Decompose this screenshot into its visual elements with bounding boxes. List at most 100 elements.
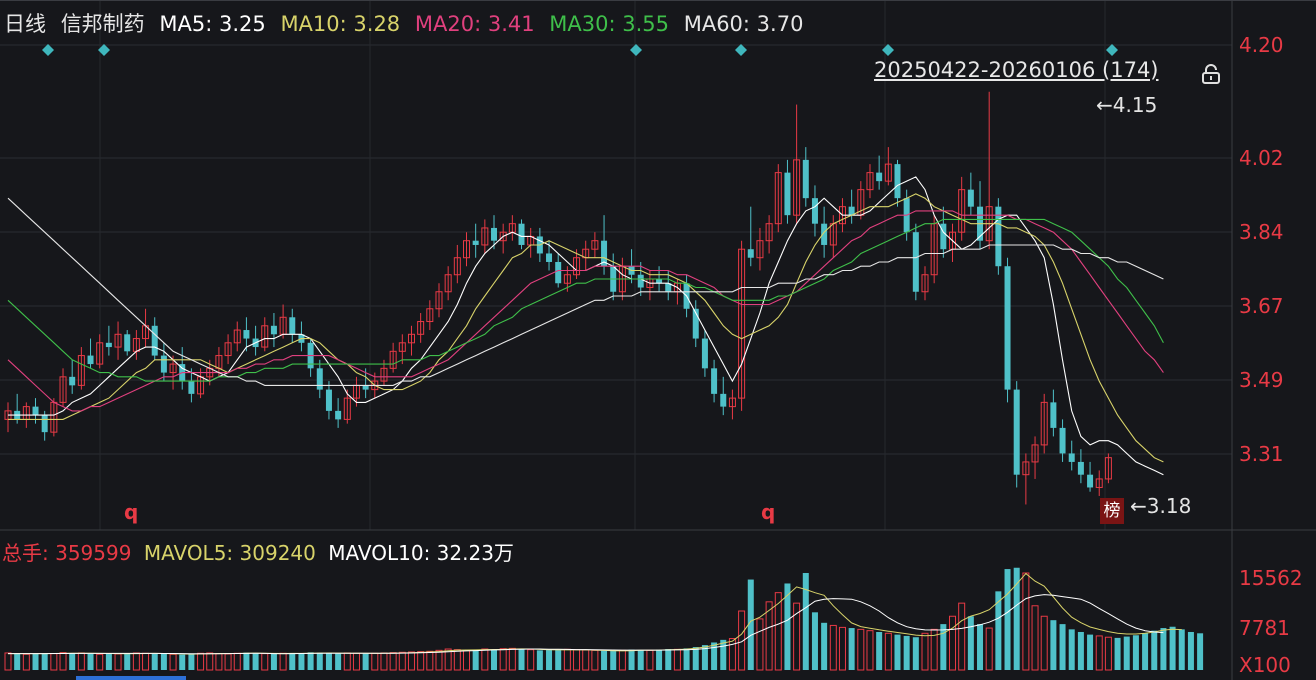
volume-bar — [756, 618, 764, 671]
volume-bar — [940, 624, 947, 670]
candle-body — [151, 325, 158, 356]
candle-body — [243, 330, 250, 339]
candle-body — [491, 227, 498, 241]
candle-body — [41, 415, 48, 433]
volume-bar — [573, 649, 581, 671]
candle-body — [894, 164, 901, 199]
volume-bar — [435, 649, 443, 671]
volume-bar — [463, 649, 470, 671]
ranking-badge[interactable]: 榜 — [1100, 498, 1124, 524]
volume-bar — [829, 624, 837, 671]
volume-bar — [711, 642, 718, 670]
volume-bar — [289, 652, 296, 670]
mavol10-legend: MAVOL10: 32.23万 — [328, 541, 514, 565]
price-tick-label: 3.31 — [1239, 442, 1284, 466]
volume-bar — [252, 652, 259, 670]
candle-body — [87, 355, 94, 365]
ma60-value: 3.70 — [756, 12, 804, 36]
high-price-value: 4.15 — [1112, 93, 1158, 117]
volume-bar — [1142, 633, 1149, 670]
volume-bar — [325, 653, 332, 670]
volume-bar — [811, 612, 818, 670]
q-marker[interactable]: q — [124, 500, 138, 524]
candle-body — [472, 240, 479, 245]
candle-body — [967, 189, 974, 207]
candle-body — [316, 368, 323, 390]
volume-bar — [555, 649, 562, 670]
volume-bar — [921, 632, 929, 671]
event-marker-icon — [1106, 44, 1118, 56]
volume-bar — [1022, 572, 1030, 671]
volume-bar — [1123, 636, 1130, 670]
volume-bar — [848, 628, 855, 670]
volume-bar — [215, 653, 223, 671]
volume-bar — [398, 651, 406, 671]
total-volume-value: 359599 — [55, 541, 132, 565]
volume-bar — [50, 653, 58, 671]
volume-bar — [1095, 635, 1103, 671]
volume-bar — [518, 649, 525, 670]
candle-body — [188, 381, 195, 394]
lock-icon[interactable] — [1200, 64, 1222, 84]
mavol10-label: MAVOL10: — [328, 541, 431, 565]
volume-bar — [527, 649, 535, 671]
candle-body — [1050, 402, 1057, 428]
volume-bar — [912, 637, 919, 670]
candle-body — [546, 253, 553, 262]
candle-body — [1087, 474, 1094, 488]
volume-bar — [692, 647, 699, 670]
volume-bar — [307, 652, 314, 670]
period-label[interactable]: 日线 — [4, 12, 46, 36]
volume-bar — [628, 649, 635, 670]
ma60-line — [7, 197, 1164, 386]
volume-bar — [884, 632, 892, 671]
candle-body — [701, 338, 708, 369]
event-marker-icon — [630, 44, 642, 56]
low-price-value: 3.18 — [1146, 494, 1192, 518]
candle-body — [747, 249, 754, 258]
stock-name: 信邦制药 — [60, 12, 145, 36]
volume-bar — [481, 648, 489, 671]
total-volume-label: 总手: — [2, 541, 49, 565]
volume-bar — [784, 583, 791, 670]
volume-bar — [343, 652, 351, 671]
volume-bar — [417, 651, 425, 671]
high-price-annotation: ←4.15 — [1096, 93, 1157, 117]
volume-bar — [298, 653, 305, 670]
candle-body — [1004, 266, 1011, 390]
volume-bar — [279, 652, 287, 671]
volume-bar — [977, 624, 984, 670]
volume-bar — [563, 648, 571, 671]
volume-bar — [96, 653, 104, 671]
date-range-label[interactable]: 20250422-20260106 (174) — [874, 58, 1159, 82]
ma-legend: 日线 信邦制药 MA5: 3.25 MA10: 3.28 MA20: 3.41 … — [4, 8, 811, 38]
event-marker-icon — [42, 44, 54, 56]
volume-bar — [1104, 636, 1112, 671]
volume-bar — [77, 652, 85, 671]
volume-bar — [508, 647, 516, 671]
candle-body — [105, 342, 112, 348]
ma20-value: 3.41 — [487, 12, 535, 36]
volume-bar — [949, 615, 957, 671]
volume-bar — [335, 653, 342, 670]
volume-tick-label: 15562 — [1239, 566, 1303, 590]
q-marker[interactable]: q — [761, 500, 775, 524]
volume-bar — [472, 649, 479, 670]
volume-bar — [683, 648, 690, 670]
volume-bar — [261, 653, 269, 671]
volume-bar — [601, 650, 608, 670]
candle-body — [1068, 453, 1075, 462]
volume-bar — [1132, 635, 1139, 670]
volume-bar — [362, 653, 369, 670]
volume-bar — [1114, 637, 1121, 670]
volume-bar — [720, 639, 727, 670]
volume-bar — [1040, 615, 1048, 671]
ma10-value: 3.28 — [353, 12, 401, 36]
candle-body — [335, 410, 342, 420]
volume-bar — [1050, 620, 1057, 670]
candle-body — [912, 232, 919, 292]
volume-bar — [32, 653, 39, 670]
volume-bar — [316, 652, 323, 670]
volume-bar — [1151, 630, 1158, 670]
price-tick-label: 4.20 — [1239, 33, 1284, 57]
